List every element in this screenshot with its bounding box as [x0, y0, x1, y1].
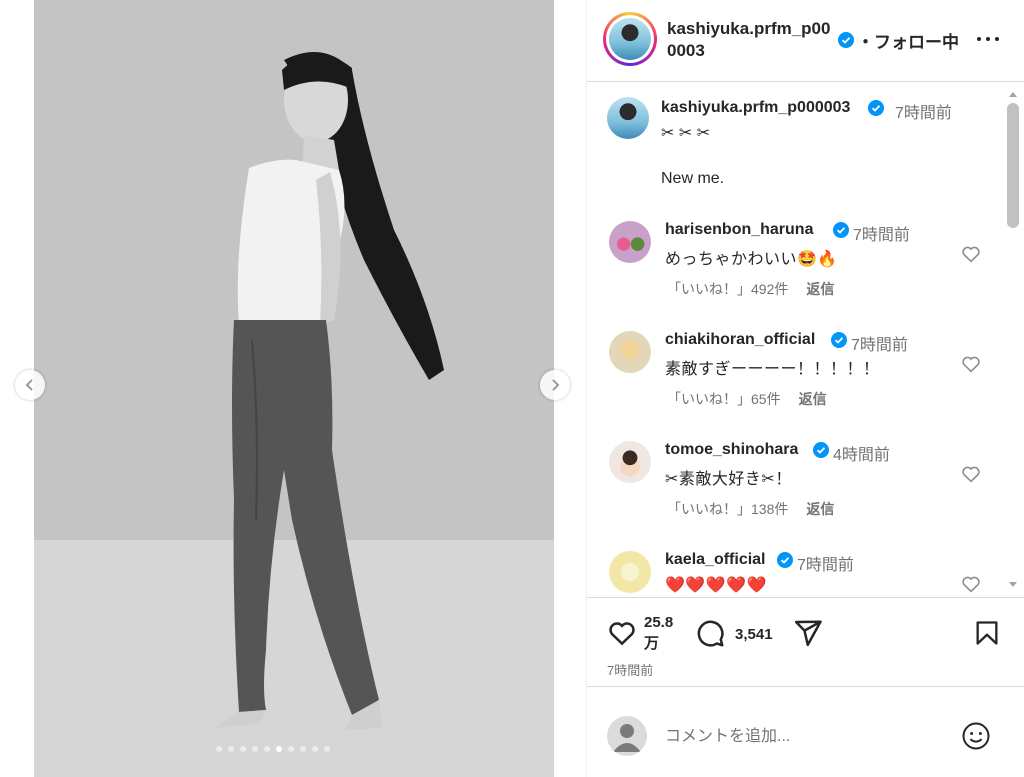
comment-item: tomoe_shinohara 4時間前 ✂︎素敵大好き✂︎！ 「いいね！」13…	[587, 433, 1007, 543]
commenter-username[interactable]: chiakihoran_official	[665, 331, 815, 349]
comment-item: kaela_official 7時間前 ❤️❤️❤️❤️❤️	[587, 543, 1007, 597]
post-side-panel: kashiyuka.prfm_p000003 ・フォロー中 kashiyuka.…	[586, 0, 1024, 777]
carousel-next-button[interactable]	[540, 370, 570, 400]
commenter-username[interactable]: harisenbon_haruna	[665, 221, 813, 239]
comment-count[interactable]: 3,541	[735, 626, 773, 643]
heart-icon[interactable]	[960, 463, 982, 485]
verified-badge-icon	[813, 442, 829, 458]
carousel-indicator	[216, 746, 330, 752]
commenter-avatar[interactable]	[609, 551, 651, 593]
more-options-icon[interactable]	[977, 34, 999, 44]
comment-like-count[interactable]: 「いいね！」65件	[667, 391, 781, 407]
heart-icon[interactable]	[960, 353, 982, 375]
comments-scrollbar[interactable]	[1007, 103, 1019, 228]
carousel-dot	[228, 746, 234, 752]
verified-badge-icon	[777, 552, 793, 568]
comment-timestamp[interactable]: 4時間前	[833, 441, 890, 465]
comment-timestamp[interactable]: 7時間前	[853, 221, 910, 245]
emoji-smile-icon[interactable]	[961, 721, 991, 751]
carousel-dot	[252, 746, 258, 752]
verified-badge-icon	[833, 222, 849, 238]
carousel-dot	[312, 746, 318, 752]
comment-meta: 「いいね！」65件 返信	[667, 389, 827, 409]
comment-bubble-icon[interactable]	[695, 618, 725, 648]
heart-icon[interactable]	[607, 618, 637, 648]
caption-author-username[interactable]: kashiyuka.prfm_p000003	[661, 99, 850, 117]
post-photo[interactable]	[34, 0, 554, 777]
comment-text: ❤️❤️❤️❤️❤️	[665, 577, 768, 594]
like-count[interactable]: 25.8 万	[644, 612, 684, 654]
verified-badge-icon	[868, 100, 884, 116]
comment-text: 素敵すぎーーーー！！！！！	[665, 361, 880, 378]
scroll-up-arrow-icon[interactable]	[1007, 89, 1019, 99]
post-header: kashiyuka.prfm_p000003 ・フォロー中	[587, 0, 1024, 82]
chevron-right-icon	[552, 379, 560, 391]
comment-like-count[interactable]: 「いいね！」492件	[667, 281, 788, 297]
comment-item: harisenbon_haruna 7時間前 めっちゃかわいい🤩🔥 「いいね！」…	[587, 213, 1007, 323]
commenter-avatar[interactable]	[609, 331, 651, 373]
comment-text: めっちゃかわいい🤩🔥	[665, 251, 838, 268]
heart-icon[interactable]	[960, 243, 982, 265]
reply-button[interactable]: 返信	[799, 391, 827, 407]
post-timestamp[interactable]: 7時間前	[607, 660, 653, 679]
carousel-dot	[300, 746, 306, 752]
follow-status[interactable]: ・フォロー中	[857, 28, 959, 53]
caption-timestamp[interactable]: 7時間前	[895, 99, 952, 123]
heart-icon[interactable]	[960, 573, 982, 595]
author-username[interactable]: kashiyuka.prfm_p000003	[667, 18, 835, 62]
author-avatar[interactable]	[603, 12, 657, 66]
verified-badge-icon	[838, 32, 854, 48]
current-user-avatar	[607, 716, 647, 756]
add-comment-bar	[587, 688, 1024, 777]
scroll-down-arrow-icon[interactable]	[1007, 580, 1019, 590]
post-media-area	[0, 0, 586, 777]
comments-list[interactable]: kashiyuka.prfm_p000003 7時間前 ✂︎ ✂︎ ✂︎ New…	[587, 83, 1024, 597]
author-avatar-image	[609, 18, 651, 60]
reply-button[interactable]: 返信	[806, 281, 834, 297]
comment-item: chiakihoran_official 7時間前 素敵すぎーーーー！！！！！ …	[587, 323, 1007, 433]
caption-author-avatar[interactable]	[607, 97, 649, 139]
comment-timestamp[interactable]: 7時間前	[851, 331, 908, 355]
commenter-avatar[interactable]	[609, 441, 651, 483]
comment-meta: 「いいね！」138件 返信	[667, 499, 834, 519]
carousel-dot	[264, 746, 270, 752]
caption-scissors: ✂︎ ✂︎ ✂︎	[661, 125, 711, 142]
commenter-username[interactable]: tomoe_shinohara	[665, 441, 798, 459]
comment-text: ✂︎素敵大好き✂︎！	[665, 471, 792, 488]
carousel-dot	[288, 746, 294, 752]
carousel-dot	[240, 746, 246, 752]
comment-meta: 「いいね！」492件 返信	[667, 279, 834, 299]
carousel-prev-button[interactable]	[15, 370, 45, 400]
comment-input[interactable]	[665, 724, 945, 750]
commenter-avatar[interactable]	[609, 221, 651, 263]
post-actions-bar: 25.8 万 3,541 7時間前	[587, 597, 1024, 687]
comment-like-count[interactable]: 「いいね！」138件	[667, 501, 788, 517]
chevron-left-icon	[25, 379, 33, 391]
share-paper-plane-icon[interactable]	[793, 618, 823, 648]
verified-badge-icon	[831, 332, 847, 348]
carousel-dot	[324, 746, 330, 752]
reply-button[interactable]: 返信	[806, 501, 834, 517]
default-user-icon	[613, 724, 641, 752]
caption-text: New me.	[661, 170, 725, 187]
comment-timestamp[interactable]: 7時間前	[797, 551, 854, 575]
commenter-username[interactable]: kaela_official	[665, 551, 766, 569]
carousel-dot	[276, 746, 282, 752]
portrait-photo-illustration	[34, 0, 554, 777]
carousel-dot	[216, 746, 222, 752]
bookmark-icon[interactable]	[973, 618, 1001, 648]
